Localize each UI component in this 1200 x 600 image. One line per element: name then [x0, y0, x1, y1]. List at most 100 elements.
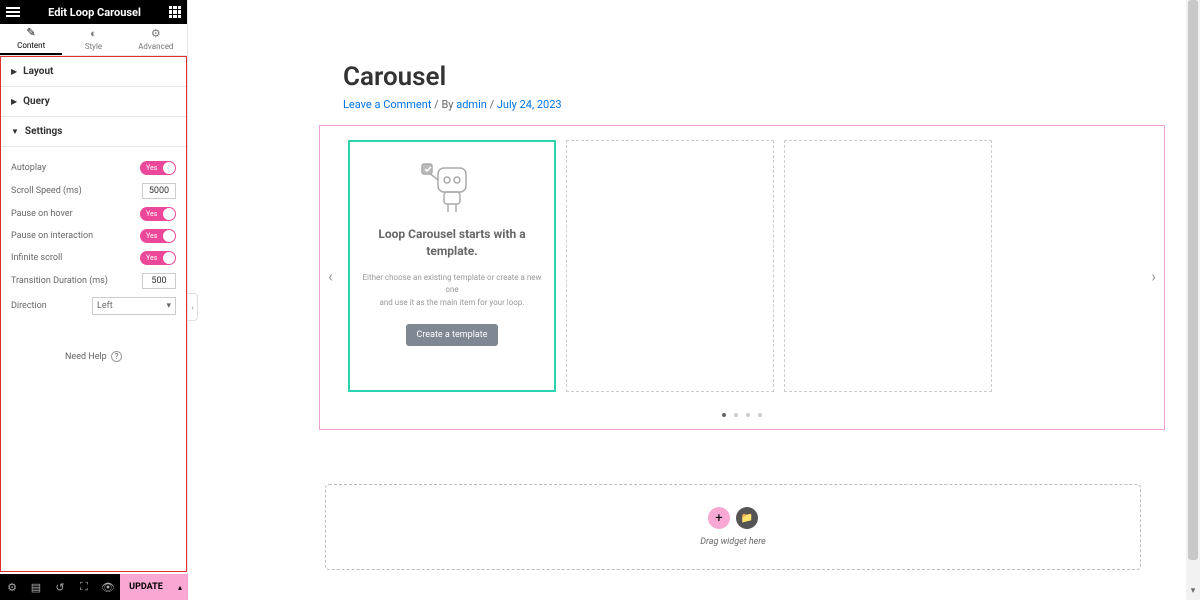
meta-separator: / By — [434, 98, 456, 111]
toggle-value: Yes — [146, 254, 157, 262]
update-button[interactable]: UPDATE — [120, 574, 172, 600]
page-title: Carousel — [343, 62, 1171, 92]
caret-down-icon — [11, 127, 19, 136]
panel-title: Edit Loop Carousel — [20, 6, 169, 19]
carousel-dot[interactable] — [722, 413, 726, 417]
control-label: Direction — [11, 301, 47, 311]
help-icon: ? — [111, 351, 122, 362]
section-settings[interactable]: Settings — [1, 117, 186, 147]
control-infinite: Infinite scroll Yes — [11, 251, 176, 265]
contrast-icon: ◐ — [90, 28, 97, 39]
dropzone-text: Drag widget here — [700, 537, 766, 547]
panel-header: Edit Loop Carousel — [0, 0, 187, 24]
section-layout[interactable]: Layout — [1, 57, 186, 87]
tab-advanced[interactable]: ⚙ Advanced — [125, 24, 187, 55]
autoplay-toggle[interactable]: Yes — [140, 161, 176, 175]
tab-label: Content — [17, 41, 45, 50]
section-label: Query — [23, 96, 50, 107]
dropzone-icons: + 📁 — [708, 507, 758, 529]
carousel-dot[interactable] — [746, 413, 750, 417]
control-label: Transition Duration (ms) — [11, 276, 108, 286]
carousel-dot[interactable] — [758, 413, 762, 417]
scrollbar-thumb[interactable] — [1188, 0, 1198, 560]
section-query[interactable]: Query — [1, 87, 186, 117]
preview-canvas: Carousel Leave a Comment / By admin / Ju… — [313, 30, 1171, 570]
control-label: Scroll Speed (ms) — [11, 186, 82, 196]
panel-footer: ⚙ ▤ ↺ ⛶ 👁 UPDATE ▴ — [0, 574, 188, 600]
control-label: Pause on hover — [11, 209, 73, 219]
pause-hover-toggle[interactable]: Yes — [140, 207, 176, 221]
control-direction: Direction Left — [11, 297, 176, 315]
tab-style[interactable]: ◐ Style — [62, 24, 124, 55]
settings-controls: Autoplay Yes Scroll Speed (ms) Pause on … — [1, 147, 186, 368]
pause-interaction-toggle[interactable]: Yes — [140, 229, 176, 243]
hamburger-icon[interactable] — [6, 7, 20, 17]
preview-icon[interactable]: 👁 — [96, 581, 120, 594]
tab-label: Style — [85, 42, 102, 51]
carousel-slides: Loop Carousel starts with a template. Ei… — [348, 140, 1136, 392]
slide-description: Either choose an existing template or cr… — [360, 272, 544, 310]
control-label: Infinite scroll — [11, 253, 62, 263]
control-label: Autoplay — [11, 163, 46, 173]
panel-collapse-handle[interactable]: ‹ — [188, 293, 198, 321]
control-pause-hover: Pause on hover Yes — [11, 207, 176, 221]
scroll-speed-input[interactable] — [142, 183, 176, 199]
scroll-down-icon[interactable]: ▾ — [1186, 586, 1200, 600]
toggle-value: Yes — [146, 210, 157, 218]
slide-title: Loop Carousel starts with a template. — [360, 226, 544, 260]
toggle-knob — [163, 252, 175, 264]
toggle-value: Yes — [146, 232, 157, 240]
author-link[interactable]: admin — [456, 98, 487, 111]
infinite-toggle[interactable]: Yes — [140, 251, 176, 265]
carousel-dot[interactable] — [734, 413, 738, 417]
section-label: Settings — [25, 126, 62, 137]
control-pause-interaction: Pause on interaction Yes — [11, 229, 176, 243]
caret-right-icon — [11, 67, 17, 76]
update-caret[interactable]: ▴ — [172, 574, 188, 600]
carousel-arrow-left-icon[interactable]: ‹ — [328, 266, 333, 285]
transition-input[interactable] — [142, 273, 176, 289]
highlighted-region: Layout Query Settings Autoplay Yes Scrol… — [0, 56, 187, 572]
loop-carousel-widget[interactable]: ‹ › Loop Carousel starts with a template… — [319, 125, 1165, 430]
control-autoplay: Autoplay Yes — [11, 161, 176, 175]
select-value: Left — [97, 301, 113, 311]
vertical-scrollbar[interactable]: ▴ ▾ — [1186, 0, 1200, 600]
tab-label: Advanced — [138, 42, 173, 51]
carousel-slide-empty[interactable] — [784, 140, 992, 392]
date-link[interactable]: July 24, 2023 — [497, 98, 562, 111]
create-template-button[interactable]: Create a template — [406, 324, 497, 346]
settings-icon[interactable]: ⚙ — [0, 581, 24, 594]
toggle-knob — [163, 162, 175, 174]
carousel-arrow-right-icon[interactable]: › — [1151, 266, 1156, 285]
add-widget-button[interactable]: + — [708, 507, 730, 529]
control-scroll-speed: Scroll Speed (ms) — [11, 183, 176, 199]
toggle-knob — [163, 230, 175, 242]
control-transition: Transition Duration (ms) — [11, 273, 176, 289]
history-icon[interactable]: ↺ — [48, 581, 72, 594]
responsive-icon[interactable]: ⛶ — [72, 580, 96, 594]
need-help[interactable]: Need Help ? — [11, 351, 176, 362]
help-text: Need Help — [65, 352, 107, 362]
navigator-icon[interactable]: ▤ — [24, 581, 48, 594]
tab-content[interactable]: ✎ Content — [0, 24, 62, 55]
panel-tabs: ✎ Content ◐ Style ⚙ Advanced — [0, 24, 187, 56]
meta-separator: / — [490, 98, 497, 111]
direction-select[interactable]: Left — [92, 297, 176, 315]
page-meta: Leave a Comment / By admin / July 24, 20… — [343, 98, 1171, 111]
toggle-knob — [163, 208, 175, 220]
robot-icon — [420, 158, 484, 216]
editor-panel: Edit Loop Carousel ✎ Content ◐ Style ⚙ A… — [0, 0, 188, 600]
toggle-value: Yes — [146, 164, 157, 172]
leave-comment-link[interactable]: Leave a Comment — [343, 98, 431, 111]
apps-grid-icon[interactable] — [169, 6, 181, 18]
chevron-down-icon — [166, 301, 171, 311]
carousel-slide-empty[interactable] — [566, 140, 774, 392]
template-library-button[interactable]: 📁 — [736, 507, 758, 529]
carousel-slide-active[interactable]: Loop Carousel starts with a template. Ei… — [348, 140, 556, 392]
gear-icon: ⚙ — [151, 28, 161, 39]
pencil-icon: ✎ — [27, 27, 36, 38]
carousel-dots — [348, 402, 1136, 421]
section-label: Layout — [23, 66, 53, 77]
caret-right-icon — [11, 97, 17, 106]
widget-dropzone[interactable]: + 📁 Drag widget here — [325, 484, 1141, 570]
